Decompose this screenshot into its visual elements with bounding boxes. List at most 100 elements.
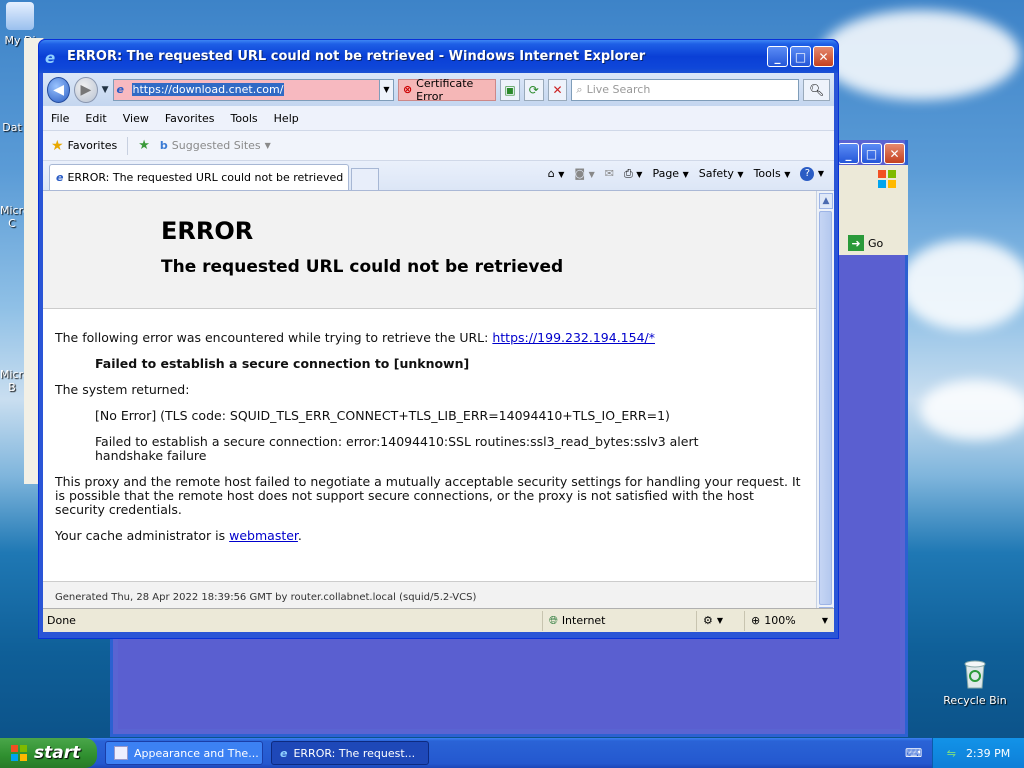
address-url[interactable]: https://download.cnet.com/ — [131, 83, 285, 96]
refresh-icon: ⟳ — [528, 82, 539, 97]
webmaster-link[interactable]: webmaster — [229, 528, 298, 543]
network-icon[interactable]: ⇋ — [947, 747, 956, 760]
suggested-sites-button[interactable]: b Suggested Sites ▼ — [160, 139, 271, 152]
system-tray: ⇋ 2:39 PM — [932, 738, 1024, 768]
close-icon[interactable]: ✕ — [884, 143, 905, 164]
star-icon: ★ — [51, 137, 64, 154]
chevron-down-icon: ▼ — [264, 141, 271, 150]
maximize-icon[interactable]: □ — [861, 143, 882, 164]
tools-menu-label: Tools — [753, 167, 781, 180]
recycle-bin[interactable]: Recycle Bin — [940, 658, 1010, 707]
address-dropdown-icon[interactable]: ▼ — [378, 79, 393, 100]
generated-info: Generated Thu, 28 Apr 2022 18:39:56 GMT … — [55, 592, 477, 603]
proxy-explanation: This proxy and the remote host failed to… — [55, 474, 801, 517]
command-bar: ⌂ ▼ ◙ ▼ ✉ ⎙ ▼ Page ▼ Safety ▼ Tools ▼ ? … — [548, 166, 824, 181]
zoom-label: 100% — [764, 614, 796, 627]
menu-view[interactable]: View — [123, 112, 149, 125]
home-button[interactable]: ⌂ ▼ — [548, 167, 565, 180]
menu-file[interactable]: File — [51, 112, 69, 125]
keyboard-icon[interactable]: ⌨ — [905, 746, 922, 760]
back-button[interactable]: ◀ — [47, 76, 71, 103]
ie-logo-icon: e — [280, 746, 288, 760]
maximize-button[interactable]: □ — [790, 46, 811, 67]
scroll-thumb[interactable] — [819, 211, 832, 605]
desktop-icon-data[interactable]: Dat — [0, 121, 24, 134]
minimize-icon[interactable]: _ — [838, 143, 859, 164]
chevron-down-icon: ▼ — [636, 169, 643, 179]
ie-title-bar[interactable]: e ERROR: The requested URL could not be … — [39, 40, 838, 73]
menu-bar: File Edit View Favorites Tools Help — [43, 106, 834, 131]
cloud — [820, 10, 1020, 100]
taskbar-item-ie[interactable]: e ERROR: The request... — [271, 741, 429, 765]
vertical-scrollbar[interactable]: ▲ ▼ — [816, 191, 834, 625]
status-bar: Done 🌐︎ Internet ⚙ ▼ ⊕ 100% ▼ — [43, 608, 834, 632]
add-favorite-icon[interactable]: ★ — [138, 138, 150, 153]
tab-title: ERROR: The requested URL could not be re… — [67, 171, 344, 184]
error-url-link[interactable]: https://199.232.194.154/* — [492, 330, 655, 345]
desktop-icon-microsoft-b[interactable]: Micro B — [0, 368, 30, 394]
help-button[interactable]: ? ▼ — [800, 166, 824, 181]
start-button[interactable]: start — [0, 738, 97, 768]
mail-icon: ✉ — [604, 167, 614, 180]
new-tab-button[interactable] — [351, 168, 379, 190]
cloud — [920, 380, 1024, 440]
forward-button[interactable]: ▶ — [74, 76, 98, 103]
safety-menu-button[interactable]: Safety ▼ — [699, 167, 744, 180]
recycle-bin-label: Recycle Bin — [943, 694, 1007, 707]
search-box[interactable]: ⌕ Live Search — [571, 78, 800, 101]
admin-prefix: Your cache administrator is — [55, 528, 226, 543]
page-menu-button[interactable]: Page ▼ — [652, 167, 688, 180]
favorites-label: Favorites — [67, 139, 118, 152]
clock[interactable]: 2:39 PM — [966, 747, 1010, 760]
tab-active[interactable]: e ERROR: The requested URL could not be … — [49, 164, 349, 190]
feeds-button[interactable]: ◙ ▼ — [574, 167, 594, 180]
menu-help[interactable]: Help — [274, 112, 299, 125]
address-toolbar: ◀ ▶ ▼ e https://download.cnet.com/ ▼ ⊗ C… — [43, 73, 834, 106]
error-body: The following error was encountered whil… — [43, 309, 816, 543]
search-placeholder: Live Search — [586, 83, 651, 96]
desktop-icon-microsoft-c[interactable]: Micro C — [0, 204, 30, 230]
taskbar: start Appearance and The... e ERROR: The… — [0, 738, 1024, 768]
go-arrow-icon: ➜ — [848, 235, 864, 251]
globe-icon: 🌐︎ — [549, 613, 558, 627]
protected-mode-button[interactable]: ⚙ ▼ — [696, 610, 744, 631]
refresh-button[interactable]: ⟳ — [523, 78, 544, 101]
certificate-error-button[interactable]: ⊗ Certificate Error — [397, 77, 497, 103]
favorites-button[interactable]: ★ Favorites — [51, 138, 117, 154]
minimize-button[interactable]: _ — [767, 46, 788, 67]
cloud — [900, 240, 1024, 330]
safety-menu-label: Safety — [698, 167, 734, 180]
bing-icon: b — [159, 139, 168, 152]
start-label: start — [34, 743, 81, 763]
desktop-icon-label: Dat — [2, 121, 22, 134]
home-icon: ⌂ — [547, 167, 555, 180]
search-button[interactable]: 🔍︎ — [803, 78, 830, 101]
chevron-down-icon: ▼ — [737, 170, 744, 179]
tls-code-message: [No Error] (TLS code: SQUID_TLS_ERR_CONN… — [95, 408, 670, 423]
folder-icon — [6, 2, 34, 30]
background-window-controls: _ □ ✕ — [838, 143, 908, 165]
ssl-error-message: Failed to establish a secure connection:… — [95, 434, 699, 463]
menu-tools[interactable]: Tools — [231, 112, 258, 125]
rss-icon: ◙ — [574, 167, 586, 180]
error-header: ERROR The requested URL could not be ret… — [43, 191, 816, 309]
security-zone[interactable]: 🌐︎ Internet — [542, 610, 696, 631]
close-button[interactable]: ✕ — [813, 46, 834, 67]
tools-menu-button[interactable]: Tools ▼ — [754, 167, 791, 180]
taskbar-item-appearance[interactable]: Appearance and The... — [105, 741, 263, 765]
address-bar[interactable]: e https://download.cnet.com/ ▼ — [112, 78, 394, 101]
compatibility-view-button[interactable]: ▣ — [500, 78, 520, 101]
history-dropdown-icon[interactable]: ▼ — [102, 85, 109, 95]
scroll-up-icon[interactable]: ▲ — [819, 193, 833, 209]
mail-button[interactable]: ✉ — [605, 167, 614, 180]
chevron-down-icon: ▼ — [558, 170, 565, 179]
print-button[interactable]: ⎙ ▼ — [624, 167, 642, 181]
menu-edit[interactable]: Edit — [85, 112, 106, 125]
page-menu-label: Page — [652, 167, 680, 180]
zoom-control[interactable]: ⊕ 100% ▼ — [744, 610, 834, 631]
stop-button[interactable]: ✕ — [547, 78, 568, 101]
menu-favorites[interactable]: Favorites — [165, 112, 215, 125]
protected-mode-icon: ⚙ — [703, 614, 713, 627]
compat-icon: ▣ — [504, 82, 516, 97]
go-button[interactable]: ➜ Go — [848, 233, 908, 253]
